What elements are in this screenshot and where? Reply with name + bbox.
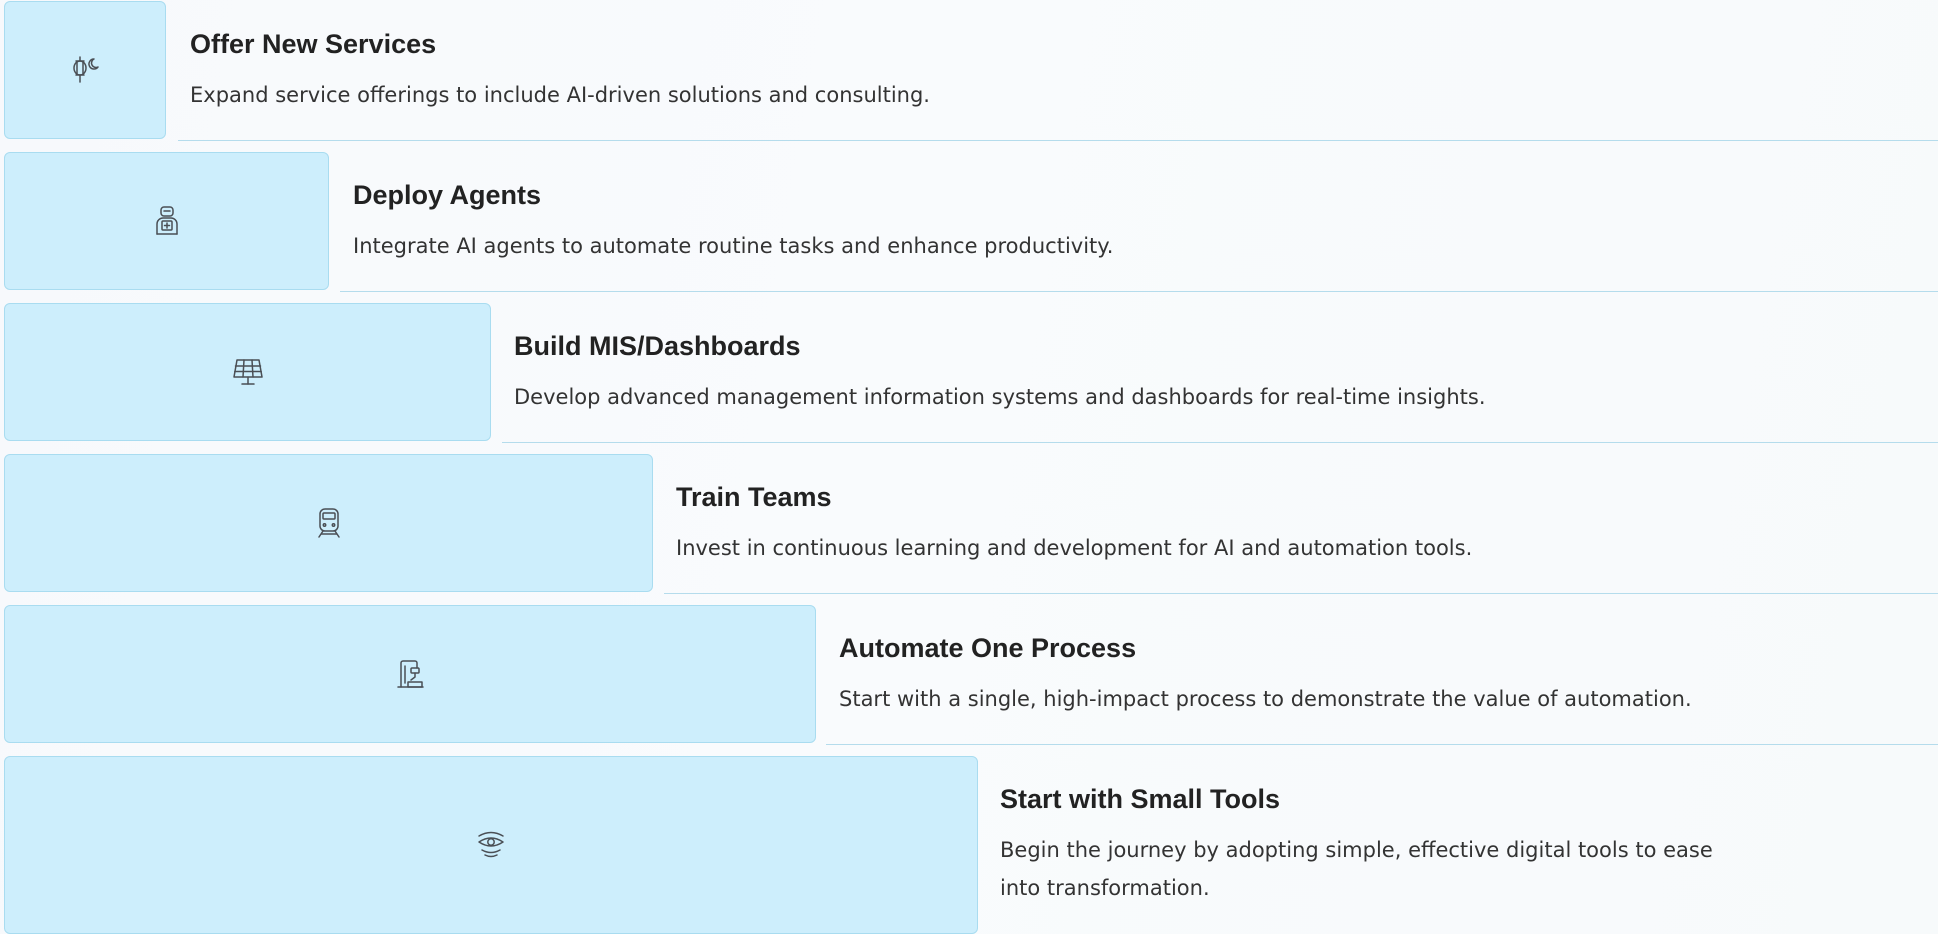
- step-title: Start with Small Tools: [1000, 784, 1281, 814]
- step-block: [4, 605, 816, 743]
- step-block: [4, 1, 166, 139]
- step-text: Train Teams Invest in continuous learnin…: [676, 479, 1908, 567]
- step-deploy-agents: Deploy Agents Integrate AI agents to aut…: [0, 151, 1938, 293]
- step-text: Offer New Services Expand service offeri…: [190, 26, 1908, 114]
- step-text: Automate One Process Start with a single…: [839, 630, 1908, 718]
- train-icon: [317, 508, 340, 538]
- step-block: [4, 152, 329, 290]
- step-description: Invest in continuous learning and develo…: [676, 536, 1473, 560]
- step-title: Deploy Agents: [353, 180, 542, 210]
- step-description: Start with a single, high-impact process…: [839, 687, 1692, 711]
- step-divider: [340, 291, 1938, 292]
- step-text: Deploy Agents Integrate AI agents to aut…: [353, 177, 1908, 265]
- robot-icon: [155, 206, 178, 235]
- step-title: Offer New Services: [190, 29, 437, 59]
- step-block: [4, 454, 653, 592]
- step-automate-one-process: Automate One Process Start with a single…: [0, 604, 1938, 746]
- solar-panel-icon: [232, 359, 263, 385]
- step-text: Build MIS/Dashboards Develop advanced ma…: [514, 328, 1908, 416]
- step-block: [4, 756, 978, 934]
- step-start-with-small-tools: Start with Small Tools Begin the journey…: [0, 755, 1938, 934]
- step-offer-new-services: Offer New Services Expand service offeri…: [0, 0, 1938, 142]
- step-description: Expand service offerings to include AI-d…: [190, 83, 930, 107]
- step-train-teams: Train Teams Invest in continuous learnin…: [0, 453, 1938, 595]
- step-block: [4, 303, 491, 441]
- step-title: Build MIS/Dashboards: [514, 331, 801, 361]
- step-divider: [178, 140, 1938, 141]
- step-title: Automate One Process: [839, 633, 1137, 663]
- wireless-eye-icon: [478, 831, 504, 858]
- step-title: Train Teams: [676, 482, 832, 512]
- step-divider: [826, 744, 1938, 745]
- step-description: Begin the journey by adopting simple, ef…: [1000, 838, 1713, 900]
- machine-icon: [397, 660, 424, 688]
- step-text: Start with Small Tools Begin the journey…: [1000, 781, 1738, 907]
- step-description: Integrate AI agents to automate routine …: [353, 234, 1114, 258]
- step-build-mis-dashboards: Build MIS/Dashboards Develop advanced ma…: [0, 302, 1938, 444]
- lantern-moon-icon: [73, 56, 99, 83]
- step-divider: [664, 593, 1938, 594]
- step-divider: [502, 442, 1938, 443]
- step-description: Develop advanced management information …: [514, 385, 1486, 409]
